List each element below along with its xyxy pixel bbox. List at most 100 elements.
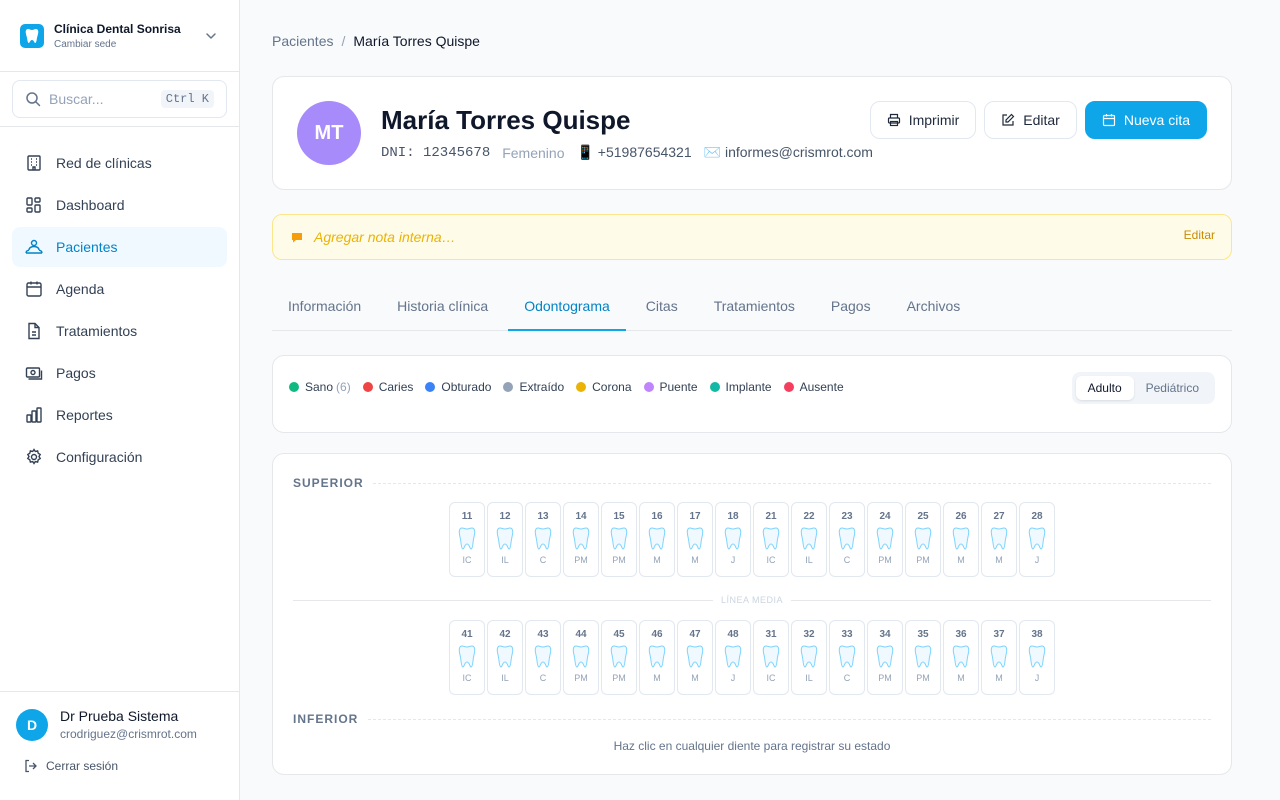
tooth-32[interactable]: 32 IL bbox=[791, 620, 827, 695]
tooth-number: 28 bbox=[1031, 511, 1043, 522]
nav-item-patients[interactable]: Pacientes bbox=[12, 227, 227, 267]
tooth-12[interactable]: 12 IL bbox=[487, 502, 523, 577]
tooth-type: PM bbox=[612, 555, 626, 565]
tooth-type: J bbox=[1034, 673, 1040, 683]
tooth-13[interactable]: 13 C bbox=[525, 502, 561, 577]
adult-toggle-button[interactable]: Adulto bbox=[1075, 376, 1134, 400]
upper-arch-label: SUPERIOR bbox=[293, 476, 364, 490]
nav-item-dashboard[interactable]: Dashboard bbox=[12, 185, 227, 225]
pencil-icon bbox=[1001, 113, 1015, 127]
tooth-47[interactable]: 47 M bbox=[677, 620, 713, 695]
tooth-icon bbox=[952, 526, 970, 552]
tooth-23[interactable]: 23 C bbox=[829, 502, 865, 577]
legend-label: Puente bbox=[659, 380, 698, 394]
legend-dot bbox=[425, 382, 436, 392]
tab-appointments[interactable]: Citas bbox=[630, 290, 694, 330]
pediatric-toggle-button[interactable]: Pediátrico bbox=[1134, 376, 1211, 400]
tooth-number: 14 bbox=[575, 511, 587, 522]
tab-odontogram[interactable]: Odontograma bbox=[508, 290, 626, 331]
tooth-31[interactable]: 31 IC bbox=[753, 620, 789, 695]
clinic-name: Clínica Dental Sonrisa bbox=[54, 21, 181, 36]
tooth-42[interactable]: 42 IL bbox=[487, 620, 523, 695]
tooth-16[interactable]: 16 M bbox=[639, 502, 675, 577]
nav-item-agenda[interactable]: Agenda bbox=[12, 269, 227, 309]
tooth-number: 31 bbox=[765, 629, 777, 640]
edit-button[interactable]: Editar bbox=[984, 101, 1077, 139]
nav-item-treatments[interactable]: Tratamientos bbox=[12, 311, 227, 351]
tooth-35[interactable]: 35 PM bbox=[905, 620, 941, 695]
tooth-41[interactable]: 41 IC bbox=[449, 620, 485, 695]
note-edit-link[interactable]: Editar bbox=[1184, 228, 1215, 242]
tooth-24[interactable]: 24 PM bbox=[867, 502, 903, 577]
patient-actions: Imprimir Editar Nueva cita bbox=[862, 101, 1207, 139]
tooth-icon bbox=[686, 526, 704, 552]
search-input[interactable] bbox=[49, 91, 161, 107]
bar-chart-icon bbox=[24, 405, 44, 425]
tooth-type: J bbox=[730, 673, 736, 683]
dentition-toggle: Adulto Pediátrico bbox=[1071, 372, 1215, 404]
internal-note-bar[interactable]: Agregar nota interna… Editar bbox=[272, 214, 1232, 260]
user-avatar: D bbox=[16, 708, 48, 741]
tooth-36[interactable]: 36 M bbox=[943, 620, 979, 695]
users-icon bbox=[24, 237, 44, 257]
tooth-type: M bbox=[653, 673, 661, 683]
tooth-icon bbox=[648, 644, 666, 670]
tooth-48[interactable]: 48 J bbox=[715, 620, 751, 695]
legend-item: Caries bbox=[362, 380, 413, 394]
nav-label: Configuración bbox=[56, 449, 143, 465]
print-button[interactable]: Imprimir bbox=[869, 101, 977, 139]
tooth-25[interactable]: 25 PM bbox=[905, 502, 941, 577]
tooth-15[interactable]: 15 PM bbox=[601, 502, 637, 577]
lower-divider bbox=[368, 719, 1211, 720]
tab-treatments[interactable]: Tratamientos bbox=[698, 290, 811, 330]
tooth-27[interactable]: 27 M bbox=[981, 502, 1017, 577]
tooth-type: PM bbox=[878, 673, 892, 683]
nav-item-clinic-network[interactable]: Red de clínicas bbox=[12, 143, 227, 183]
tooth-44[interactable]: 44 PM bbox=[563, 620, 599, 695]
tooth-28[interactable]: 28 J bbox=[1019, 502, 1055, 577]
legend-item: Puente bbox=[643, 380, 698, 394]
clinic-switcher[interactable]: Clínica Dental Sonrisa Cambiar sede bbox=[0, 0, 239, 72]
nav-item-reports[interactable]: Reportes bbox=[12, 395, 227, 435]
tooth-21[interactable]: 21 IC bbox=[753, 502, 789, 577]
tooth-number: 45 bbox=[613, 629, 625, 640]
tooth-26[interactable]: 26 M bbox=[943, 502, 979, 577]
tooth-37[interactable]: 37 M bbox=[981, 620, 1017, 695]
tooth-45[interactable]: 45 PM bbox=[601, 620, 637, 695]
logout-button[interactable]: Cerrar sesión bbox=[24, 759, 223, 773]
search-box[interactable]: Ctrl K bbox=[12, 80, 227, 118]
search-shortcut: Ctrl K bbox=[160, 90, 214, 108]
tooth-11[interactable]: 11 IC bbox=[449, 502, 485, 577]
tooth-22[interactable]: 22 IL bbox=[791, 502, 827, 577]
tooth-number: 46 bbox=[651, 629, 663, 640]
nav-item-settings[interactable]: Configuración bbox=[12, 437, 227, 477]
legend-count: (6) bbox=[336, 380, 351, 394]
new-appointment-button[interactable]: Nueva cita bbox=[1084, 101, 1207, 139]
tab-payments[interactable]: Pagos bbox=[815, 290, 887, 330]
tab-clinical-history[interactable]: Historia clínica bbox=[381, 290, 504, 330]
tooth-33[interactable]: 33 C bbox=[829, 620, 865, 695]
tab-information[interactable]: Información bbox=[272, 290, 377, 330]
tooth-38[interactable]: 38 J bbox=[1019, 620, 1055, 695]
tab-files[interactable]: Archivos bbox=[891, 290, 977, 330]
lower-teeth-row: 41 IC 42 IL 43 C 44 PM 45 PM 46 M 47 M 48 J 31 IC 32 IL 33 C 3… bbox=[449, 620, 1057, 695]
tooth-icon bbox=[762, 526, 780, 552]
odontogram-legend-card: Sano (6) Caries Obturado Extraído Corona Puent… bbox=[272, 355, 1232, 433]
legend-dot bbox=[643, 382, 654, 392]
tooth-46[interactable]: 46 M bbox=[639, 620, 675, 695]
patient-dni: DNI: 12345678 bbox=[381, 144, 491, 161]
tooth-17[interactable]: 17 M bbox=[677, 502, 713, 577]
nav-item-payments[interactable]: Pagos bbox=[12, 353, 227, 393]
tooth-icon bbox=[800, 644, 818, 670]
tooth-18[interactable]: 18 J bbox=[715, 502, 751, 577]
tooth-icon bbox=[914, 526, 932, 552]
tooth-number: 16 bbox=[651, 511, 663, 522]
tooth-14[interactable]: 14 PM bbox=[563, 502, 599, 577]
tooth-type: C bbox=[539, 673, 547, 683]
breadcrumb-patients-link[interactable]: Pacientes bbox=[272, 33, 333, 49]
tooth-number: 11 bbox=[461, 511, 473, 522]
odontogram-hint: Haz clic en cualquier diente para regist… bbox=[613, 739, 891, 753]
note-icon bbox=[290, 231, 304, 245]
tooth-43[interactable]: 43 C bbox=[525, 620, 561, 695]
tooth-34[interactable]: 34 PM bbox=[867, 620, 903, 695]
